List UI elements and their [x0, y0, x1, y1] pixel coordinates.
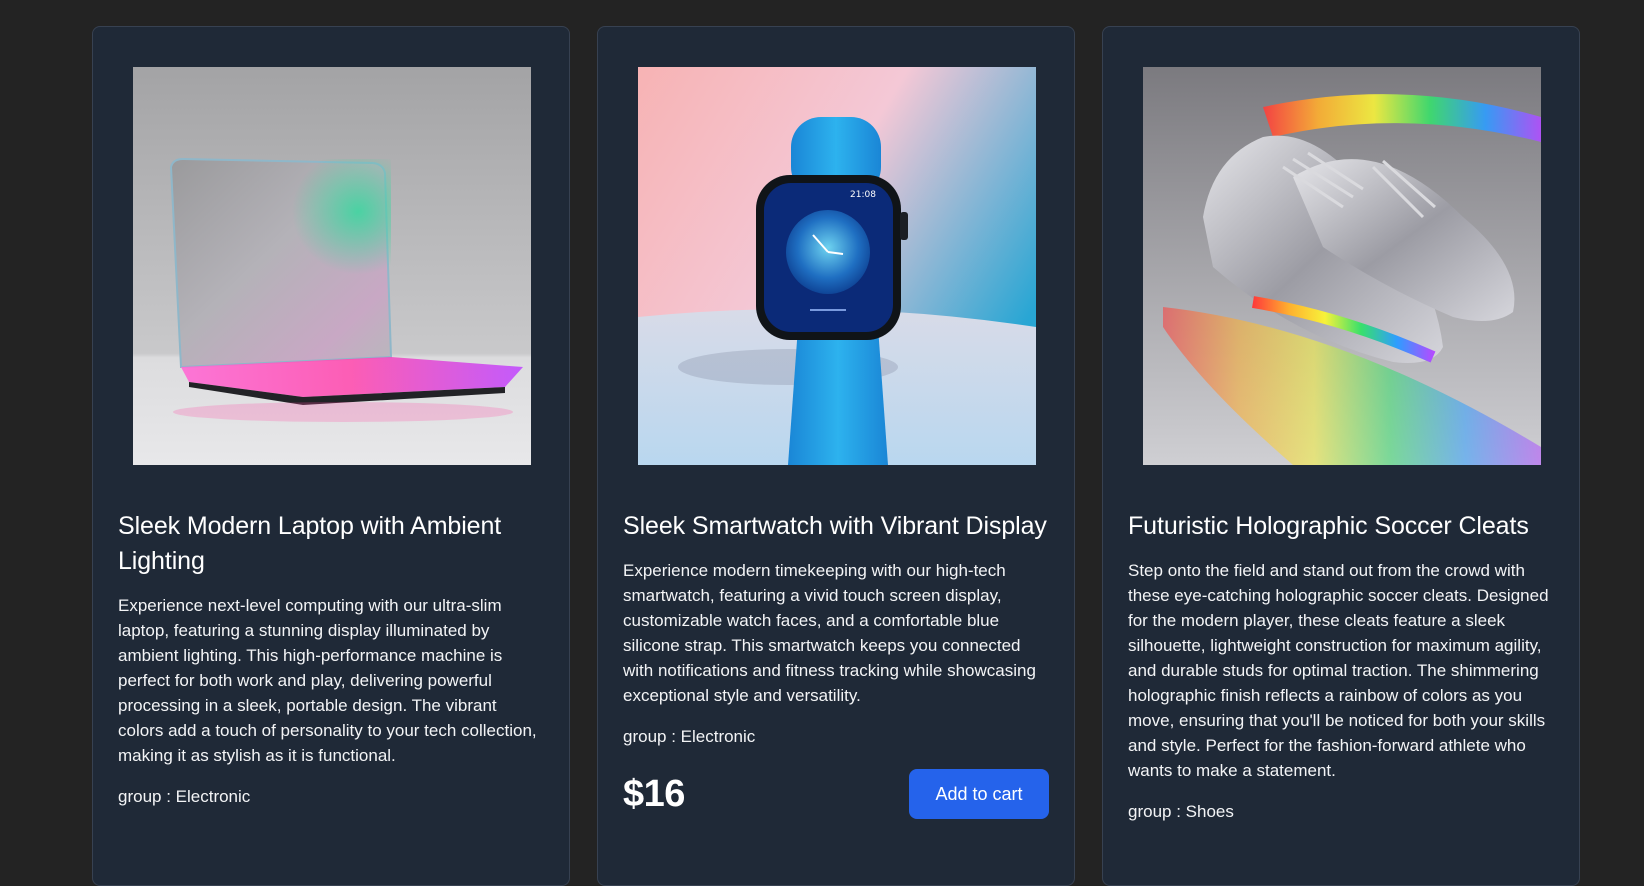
product-description: Experience modern timekeeping with our h…	[623, 561, 1036, 705]
product-description: Experience next-level computing with our…	[118, 596, 537, 765]
svg-text:21:08: 21:08	[850, 190, 876, 200]
product-title[interactable]: Futuristic Holographic Soccer Cleats	[1128, 509, 1554, 544]
product-title[interactable]: Sleek Modern Laptop with Ambient Lightin…	[118, 509, 544, 579]
card-body: Sleek Smartwatch with Vibrant Display Ex…	[623, 509, 1049, 819]
laptop-photo	[133, 67, 531, 465]
card-body: Futuristic Holographic Soccer Cleats Ste…	[1128, 509, 1554, 824]
product-card: 21:08 Sleek Smartwatch with Vibrant Disp…	[597, 26, 1075, 886]
product-card: Futuristic Holographic Soccer Cleats Ste…	[1102, 26, 1580, 886]
add-to-cart-button[interactable]: Add to cart	[909, 769, 1049, 819]
product-title[interactable]: Sleek Smartwatch with Vibrant Display	[623, 509, 1049, 544]
laptop-image[interactable]	[133, 67, 531, 465]
product-card: Sleek Modern Laptop with Ambient Lightin…	[92, 26, 570, 886]
card-footer: $16 Add to cart	[623, 769, 1049, 819]
product-group: group : Electronic	[623, 727, 756, 746]
soccer-cleats-photo	[1143, 67, 1541, 465]
product-group: group : Shoes	[1128, 802, 1234, 821]
product-price: $16	[623, 772, 685, 815]
product-description: Step onto the field and stand out from t…	[1128, 561, 1549, 780]
product-group: group : Electronic	[118, 787, 251, 806]
soccer-cleats-image[interactable]	[1143, 67, 1541, 465]
card-body: Sleek Modern Laptop with Ambient Lightin…	[118, 509, 544, 809]
smartwatch-image[interactable]: 21:08	[638, 67, 1036, 465]
smartwatch-photo: 21:08	[638, 67, 1036, 465]
